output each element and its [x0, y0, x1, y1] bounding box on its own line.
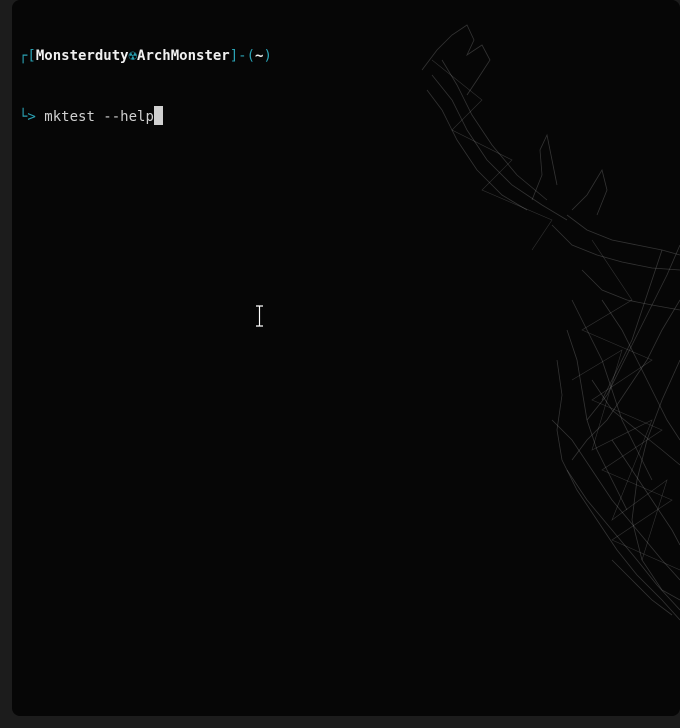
prompt-line: ┌[Monsterduty☢ArchMonster]-(~) [19, 46, 272, 66]
prompt-user: Monsterduty [35, 48, 129, 64]
prompt-host: ArchMonster [137, 48, 230, 64]
prompt-dir-open: ( [246, 48, 256, 64]
prompt-separator: ☢ [128, 48, 138, 64]
text-cursor [153, 106, 163, 125]
prompt-dir-close: ) [263, 48, 272, 64]
prompt-close-bracket: ] [229, 48, 239, 64]
terminal-output[interactable]: ┌[Monsterduty☢ArchMonster]-(~) └> mktest… [19, 6, 272, 166]
prompt-corner-bottom: └> [19, 109, 45, 125]
prompt-corner-top: ┌[ [19, 48, 36, 64]
command-input[interactable]: mktest --help [44, 109, 154, 125]
terminal-window[interactable]: ┌[Monsterduty☢ArchMonster]-(~) └> mktest… [12, 0, 680, 716]
command-line[interactable]: └> mktest --help [19, 106, 272, 126]
prompt-dash: - [238, 48, 247, 64]
ibeam-cursor-icon [256, 305, 263, 327]
